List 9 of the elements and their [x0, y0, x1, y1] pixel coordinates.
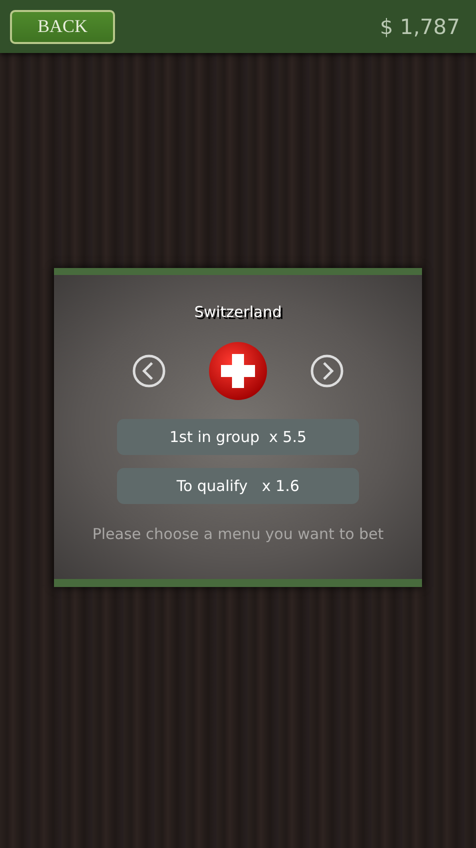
balance: $ 1,787 [380, 14, 460, 38]
bet-option-button[interactable]: 1st in group x 5.5 [117, 419, 359, 455]
hint-text: Please choose a menu you want to bet [92, 525, 384, 543]
back-button[interactable]: BACK [10, 10, 115, 44]
previous-button[interactable] [132, 354, 166, 388]
next-button[interactable] [310, 354, 344, 388]
bet-option-button[interactable]: To qualify x 1.6 [117, 468, 359, 504]
flag-icon [208, 341, 268, 401]
team-name: Switzerland [194, 303, 282, 321]
